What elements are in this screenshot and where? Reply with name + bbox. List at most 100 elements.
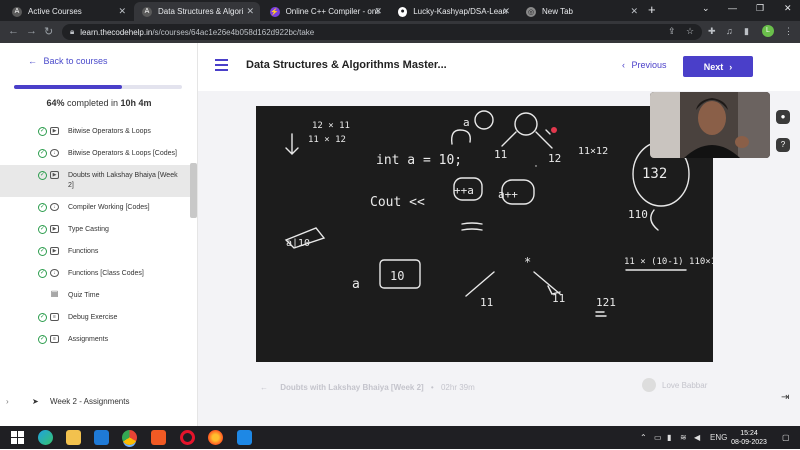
document-icon: ≡	[50, 313, 59, 321]
help-icon[interactable]: ?	[776, 138, 790, 152]
bookmark-star-icon[interactable]: ☆	[686, 26, 694, 37]
minimize-icon[interactable]: —	[728, 3, 737, 13]
wifi-icon[interactable]: ≋	[680, 433, 687, 442]
tab-data-structures[interactable]: A Data Structures & Algori ✕	[134, 2, 260, 21]
edge-icon[interactable]	[38, 430, 53, 445]
close-icon[interactable]: ✕	[502, 6, 510, 17]
svg-text:11 × (10-1) 110×11: 11 × (10-1) 110×11	[624, 257, 713, 267]
lesson-item[interactable]: ✓ ▶ Type Casting	[0, 219, 190, 241]
tab-online-compiler[interactable]: ⚡ Online C++ Compiler - onlin ✕	[262, 2, 388, 21]
sidebar-scrollbar[interactable]	[190, 163, 197, 218]
battery-icon[interactable]: ▮	[667, 433, 671, 442]
download-icon: ↓	[50, 203, 59, 211]
chevron-left-icon: ‹	[622, 60, 625, 70]
lesson-item[interactable]: ✓ ↓ Bitwise Operators & Loops [Codes]	[0, 143, 190, 165]
share-icon[interactable]: ⇪	[668, 26, 676, 37]
tab-label: Lucky-Kashyap/DSA-Learnin	[413, 7, 508, 16]
lesson-item[interactable]: ✓ ▶ Bitwise Operators & Loops	[0, 121, 190, 143]
meet-icon[interactable]: ▭	[654, 433, 662, 442]
close-icon[interactable]: ✕	[118, 6, 126, 17]
menu-kebab-icon[interactable]: ⋮	[784, 26, 793, 37]
hamburger-menu-icon[interactable]	[215, 59, 228, 74]
exit-icon[interactable]: ⇥	[781, 392, 789, 403]
tab-search-icon[interactable]: ⌄	[702, 3, 710, 14]
author-info: Love Babbar	[642, 378, 707, 392]
close-icon[interactable]: ✕	[246, 6, 254, 17]
chat-icon[interactable]: ●	[776, 110, 790, 124]
restore-icon[interactable]: ❐	[756, 3, 764, 14]
next-button[interactable]: Next ›	[683, 56, 753, 77]
media-control-icon[interactable]: ♫	[726, 26, 733, 36]
arrow-left-icon: ←	[260, 383, 268, 392]
extensions-icon[interactable]: ✚	[708, 26, 716, 37]
system-clock[interactable]: 15:24 08-09-2023	[728, 429, 770, 447]
volume-icon[interactable]: ◀	[694, 433, 700, 442]
footer-lesson-title: Doubts with Lakshay Bhaiya [Week 2]	[280, 383, 424, 392]
chevron-right-icon: ›	[6, 397, 9, 406]
firefox-icon[interactable]	[208, 430, 223, 445]
lesson-label: Functions	[68, 248, 99, 255]
arrow-left-icon: ←	[28, 56, 37, 66]
new-tab-button[interactable]: +	[648, 2, 656, 17]
author-avatar	[642, 378, 656, 392]
svg-text:a|10: a|10	[286, 238, 310, 249]
right-rail: ● ?	[776, 110, 796, 166]
section-marker-icon: ➤	[32, 397, 39, 406]
lesson-item[interactable]: ✓ ↓ Compiler Working [Codes]	[0, 197, 190, 219]
svg-text:Cout <<: Cout <<	[370, 195, 425, 210]
back-arrow-icon[interactable]: ←	[8, 25, 19, 37]
side-panel-icon[interactable]: ▮	[744, 26, 749, 37]
forward-arrow-icon[interactable]: →	[26, 25, 37, 37]
reload-icon[interactable]: ↻	[44, 25, 53, 38]
tab-label: Active Courses	[28, 7, 82, 16]
close-icon[interactable]: ✕	[630, 6, 638, 17]
lesson-label: Compiler Working [Codes]	[68, 204, 150, 211]
windows-start-icon[interactable]	[10, 430, 25, 445]
lesson-item[interactable]: ✓ ↓ Functions [Class Codes]	[0, 263, 190, 285]
vscode-icon[interactable]	[237, 430, 252, 445]
lesson-item[interactable]: ✓ ▶ Functions	[0, 241, 190, 263]
presenter-image	[650, 92, 770, 158]
mail-icon[interactable]	[94, 430, 109, 445]
chrome-icon[interactable]	[122, 430, 137, 445]
window-close-icon[interactable]: ✕	[784, 3, 792, 14]
webcam-overlay	[650, 92, 770, 158]
tab-github[interactable]: ● Lucky-Kashyap/DSA-Learnin ✕	[390, 2, 516, 21]
tab-new-tab[interactable]: ◎ New Tab ✕	[518, 2, 644, 21]
lesson-label: Assignments	[68, 336, 109, 343]
lesson-item[interactable]: ✓ ≡ Assignments	[0, 329, 190, 351]
video-icon: ▶	[50, 225, 59, 233]
lesson-footer: ← Doubts with Lakshay Bhaiya [Week 2] • …	[260, 383, 475, 392]
close-icon[interactable]: ✕	[374, 6, 382, 17]
svg-text:110: 110	[628, 208, 648, 221]
brave-icon[interactable]	[151, 430, 166, 445]
svg-text:11 × 12: 11 × 12	[308, 135, 346, 145]
previous-button[interactable]: ‹ Previous	[622, 60, 667, 70]
video-player[interactable]: 12 × 11 11 × 12 int a = 10; a 11 12 11×1…	[256, 106, 722, 362]
tab-active-courses[interactable]: A Active Courses ✕	[4, 2, 132, 21]
lesson-item[interactable]: ▤ Quiz Time	[0, 285, 190, 307]
lesson-item-current[interactable]: ✓ ▶ Doubts with Lakshay Bhaiya [Week 2]	[0, 165, 190, 197]
notification-icon[interactable]: ▢	[782, 433, 790, 442]
lesson-item[interactable]: ✓ ≡ Debug Exercise	[0, 307, 190, 329]
profile-avatar[interactable]: L	[762, 25, 774, 37]
language-indicator[interactable]: ENG	[710, 433, 727, 442]
chevron-up-icon[interactable]: ⌃	[640, 433, 647, 442]
svg-text:a++: a++	[498, 188, 518, 201]
document-icon: ≡	[50, 335, 59, 343]
address-bar[interactable]: 🔒︎ learn.thecodehelp.in/s/courses/64ac1e…	[62, 24, 702, 40]
browser-toolbar: ← → ↻ 🔒︎ learn.thecodehelp.in/s/courses/…	[0, 21, 800, 43]
svg-text:int a = 10;: int a = 10;	[376, 153, 462, 168]
lesson-header: Data Structures & Algorithms Master... ‹…	[198, 43, 800, 91]
back-to-courses-link[interactable]: ← Back to courses	[28, 56, 108, 66]
svg-text:11×12: 11×12	[578, 146, 608, 157]
opera-icon[interactable]	[180, 430, 195, 445]
section-label: Week 2 - Assignments	[50, 397, 130, 406]
lesson-label: Bitwise Operators & Loops	[68, 128, 151, 135]
check-circle-icon: ✓	[38, 313, 47, 322]
clipboard-icon: ▤	[50, 289, 59, 298]
file-explorer-icon[interactable]	[66, 430, 81, 445]
svg-text:a: a	[463, 116, 470, 129]
windows-taskbar: ⌃ ▭ ▮ ≋ ◀ ENG 15:24 08-09-2023 ▢	[0, 426, 800, 449]
svg-text:121: 121	[596, 296, 616, 309]
